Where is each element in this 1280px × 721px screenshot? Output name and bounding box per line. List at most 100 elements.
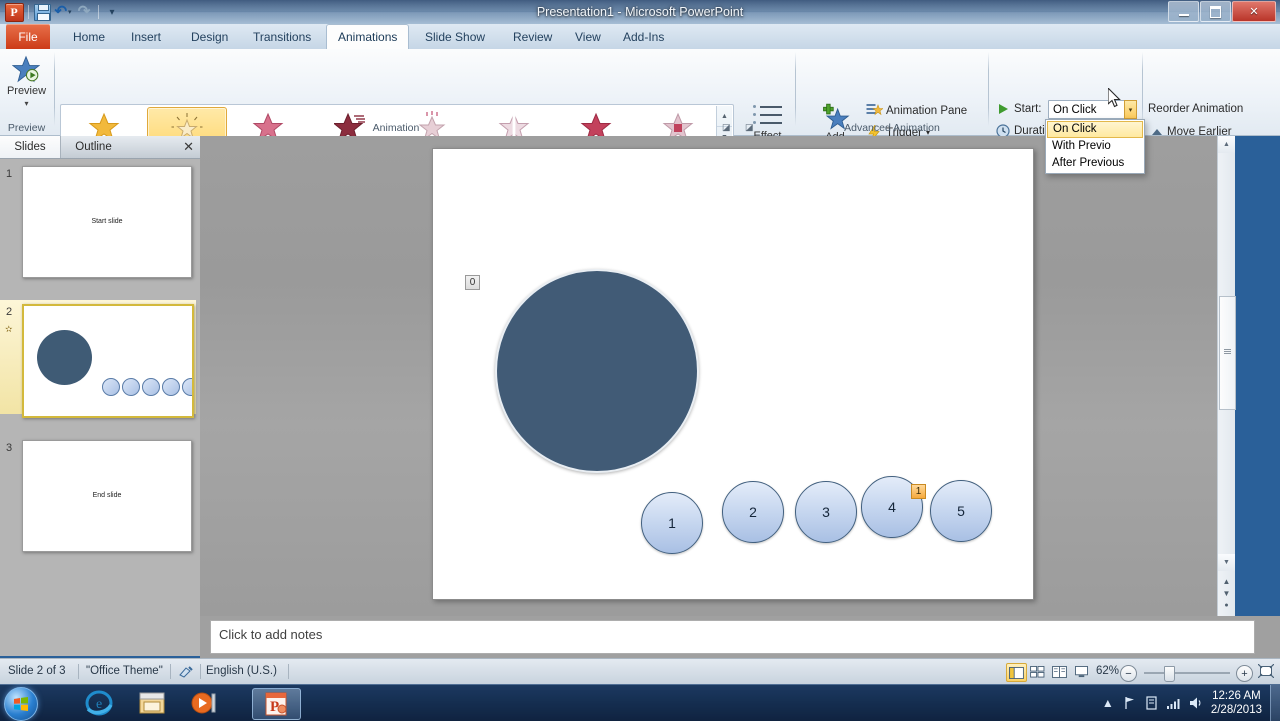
start-option-on-click[interactable]: On Click	[1047, 121, 1143, 138]
undo-button[interactable]: ↶ ▾	[53, 3, 73, 22]
zoom-in-button[interactable]: +	[1236, 665, 1253, 682]
svg-text:P: P	[270, 699, 279, 715]
slide-number-1: 1	[6, 168, 13, 180]
next-slide-icon[interactable]: ▼	[1220, 588, 1233, 600]
view-slide-show-button[interactable]	[1072, 663, 1091, 680]
taskbar-windows-explorer[interactable]	[128, 688, 175, 718]
reading-view-icon	[1052, 665, 1067, 678]
slide-thumb-body-1[interactable]: Start slide	[22, 166, 192, 278]
preview-dropdown-icon[interactable]: ▾	[0, 99, 53, 108]
preview-button-label[interactable]: Preview	[0, 85, 53, 97]
slide-thumbnail-3[interactable]: 3 End slide	[0, 440, 196, 554]
tab-view[interactable]: View	[564, 24, 612, 49]
spellcheck-icon[interactable]	[178, 665, 194, 682]
ribbon-tabs: File Home Insert Design Transitions Anim…	[0, 24, 1280, 50]
volume-icon[interactable]	[1185, 696, 1207, 710]
tab-outline[interactable]: Outline	[61, 136, 126, 158]
zoom-out-button[interactable]: −	[1120, 665, 1137, 682]
start-dropdown-menu[interactable]: On Click With Previo After Previous	[1045, 119, 1145, 174]
view-normal-button[interactable]	[1006, 663, 1027, 682]
theme-name[interactable]: "Office Theme"	[86, 665, 163, 677]
previous-slide-icon[interactable]: ▲	[1220, 576, 1233, 588]
animation-tag-circle-4[interactable]: 1	[911, 484, 926, 499]
view-slide-sorter-button[interactable]	[1028, 663, 1047, 680]
preview-star-icon[interactable]	[12, 55, 40, 83]
slide-thumbnail-1[interactable]: 1 Start slide	[0, 166, 196, 280]
taskbar-powerpoint[interactable]: P	[252, 688, 301, 720]
slides-pane: Slides Outline ✕ 1 Start slide 2 ✫ 3 End…	[0, 136, 200, 656]
redo-button[interactable]: ↷	[74, 3, 94, 22]
small-circle-3[interactable]: 3	[795, 481, 857, 543]
clock[interactable]: 12:26 AM 2/28/2013	[1211, 689, 1262, 717]
taskbar-internet-explorer[interactable]: e	[75, 688, 122, 718]
scroll-down-icon[interactable]: ▼	[1218, 554, 1235, 571]
zoom-slider-thumb[interactable]	[1164, 666, 1175, 682]
redo-icon: ↷	[77, 3, 91, 20]
animation-dialog-launcher[interactable]: ◪	[722, 122, 731, 133]
animation-indicator-icon[interactable]: ✫	[5, 324, 13, 335]
group-divider-2	[795, 52, 796, 126]
start-option-after-previous[interactable]: After Previous	[1047, 155, 1143, 172]
language-label[interactable]: English (U.S.)	[206, 665, 277, 677]
animation-dialog-launcher-2[interactable]: ◪	[745, 122, 754, 133]
minimize-button[interactable]	[1168, 1, 1199, 22]
clock-date: 2/28/2013	[1210, 704, 1262, 716]
tab-insert[interactable]: Insert	[120, 24, 172, 49]
restore-button[interactable]	[1200, 1, 1231, 22]
slide-thumb-body-3[interactable]: End slide	[22, 440, 192, 552]
tab-transitions[interactable]: Transitions	[242, 24, 322, 49]
animation-pane-button[interactable]: Animation Pane	[866, 101, 967, 120]
tab-slide-show[interactable]: Slide Show	[414, 24, 496, 49]
close-pane-icon[interactable]: ✕	[183, 139, 194, 155]
taskbar-media-player[interactable]	[180, 688, 227, 718]
tab-home[interactable]: Home	[62, 24, 116, 49]
zoom-level-label[interactable]: 62%	[1096, 665, 1119, 677]
small-circle-5[interactable]: 5	[930, 480, 992, 542]
quick-access-toolbar: P ↶ ▾ ↷ ▾	[4, 2, 123, 22]
undo-icon: ↶	[54, 3, 68, 20]
view-reading-button[interactable]	[1050, 663, 1069, 680]
start-button[interactable]	[4, 687, 38, 721]
slide-thumbnail-2[interactable]: 2 ✫	[0, 300, 196, 420]
show-hidden-icons-button[interactable]: ▲	[1097, 696, 1119, 710]
network-signal-icon[interactable]	[1163, 696, 1185, 710]
minimize-icon	[1178, 13, 1189, 16]
network-flag-icon[interactable]	[1119, 696, 1141, 710]
powerpoint-app-menu-button[interactable]: P	[4, 2, 24, 22]
start-option-with-previous[interactable]: With Previo	[1047, 138, 1143, 155]
notes-input[interactable]: Click to add notes	[210, 620, 1255, 654]
animation-tag-big-circle[interactable]: 0	[465, 275, 480, 290]
tab-add-ins[interactable]: Add-Ins	[612, 24, 675, 49]
slide-editing-area: 0 1 2 3 4 1 5 ▲ ▼ ▲ ▼ ●	[200, 136, 1236, 616]
action-center-icon[interactable]	[1141, 696, 1163, 710]
effect-options-icon	[752, 104, 783, 130]
tab-animations[interactable]: Animations	[326, 24, 410, 50]
animation-group-label: Animation	[372, 122, 420, 134]
zoom-slider-track[interactable]	[1144, 672, 1230, 674]
slide-counter[interactable]: Slide 2 of 3	[8, 665, 66, 677]
restore-icon	[1210, 5, 1221, 18]
tab-file[interactable]: File	[6, 24, 50, 49]
scrollbar-thumb[interactable]	[1219, 296, 1236, 410]
show-desktop-button[interactable]	[1270, 685, 1280, 721]
slide-canvas[interactable]: 0 1 2 3 4 1 5	[432, 148, 1034, 600]
tab-design[interactable]: Design	[180, 24, 239, 49]
tab-review[interactable]: Review	[502, 24, 563, 49]
select-browse-object-icon[interactable]: ●	[1220, 600, 1233, 612]
scroll-up-icon[interactable]: ▲	[1218, 136, 1235, 153]
qat-divider-2	[98, 5, 99, 19]
small-circle-2[interactable]: 2	[722, 481, 784, 543]
start-combobox[interactable]: On Click	[1048, 100, 1136, 119]
customize-qat-button[interactable]: ▾	[102, 3, 122, 22]
save-button[interactable]	[32, 3, 52, 22]
big-circle-shape[interactable]	[495, 269, 699, 473]
close-button[interactable]: ✕	[1232, 1, 1276, 22]
start-combobox-arrow-icon[interactable]: ▾	[1124, 100, 1137, 119]
fit-slide-to-window-button[interactable]	[1257, 663, 1275, 681]
slide-thumb-body-2[interactable]	[22, 304, 194, 418]
slide-vertical-scrollbar[interactable]: ▲ ▼ ▲ ▼ ●	[1217, 136, 1236, 616]
small-circle-1[interactable]: 1	[641, 492, 703, 554]
tab-slides[interactable]: Slides	[0, 136, 61, 158]
powerpoint-taskbar-icon: P	[265, 692, 286, 716]
undo-dropdown-icon[interactable]: ▾	[68, 8, 72, 16]
